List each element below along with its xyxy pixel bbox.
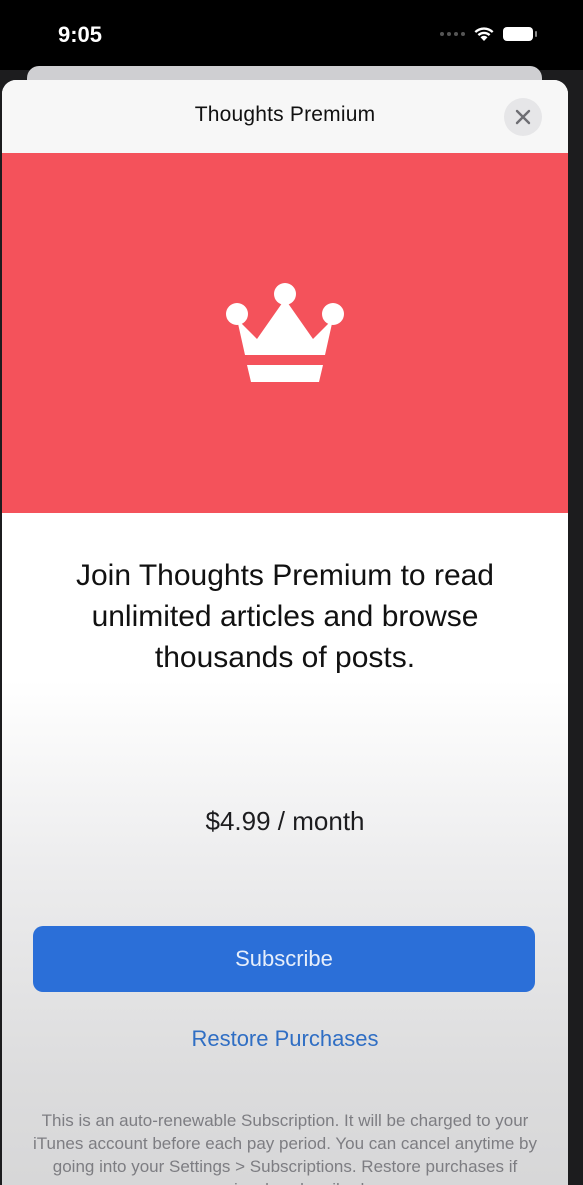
premium-sheet: Thoughts Premium Join Thoughts Premium t…	[2, 80, 568, 1185]
pitch-text: Join Thoughts Premium to read unlimited …	[76, 559, 494, 674]
subscribe-button[interactable]: Subscribe	[33, 926, 535, 992]
sheet-title: Thoughts Premium	[194, 103, 376, 126]
status-time: 9:05	[58, 22, 103, 47]
status-icons	[440, 26, 537, 42]
battery-icon	[503, 27, 537, 41]
restore-purchases-link[interactable]: Restore Purchases	[2, 1026, 568, 1052]
wifi-icon	[474, 27, 494, 41]
crown-icon	[226, 283, 344, 382]
screen: 9:05 Thoughts Premium Join Thoughts Prem…	[0, 0, 583, 1185]
hero-banner	[2, 153, 568, 513]
close-icon	[515, 109, 531, 125]
price-label: $4.99 / month	[205, 806, 365, 836]
legal-text: This is an auto-renewable Subscription. …	[32, 1111, 538, 1185]
cellular-signal-icon	[440, 32, 465, 36]
close-button[interactable]	[504, 98, 542, 136]
status-bar: 9:05	[0, 0, 583, 70]
sheet-header: Thoughts Premium	[2, 80, 568, 153]
